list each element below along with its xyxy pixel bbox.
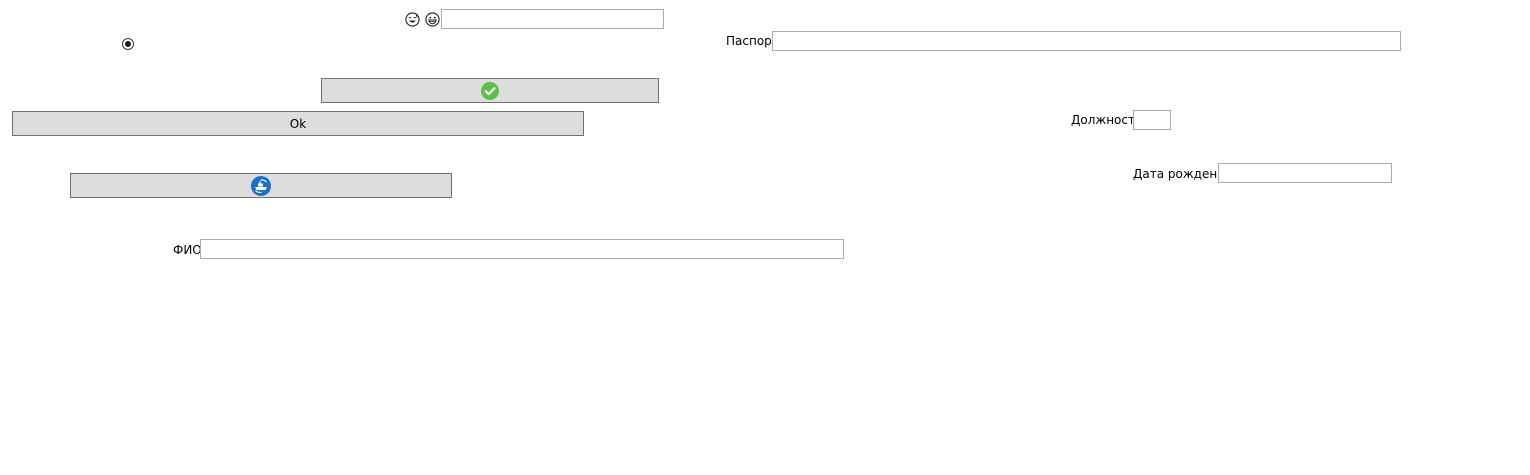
ok-button[interactable]: Ok [12,111,584,136]
fio-field[interactable] [200,239,844,259]
fio-label: ФИО [173,243,202,257]
ok-button-label: Ok [289,116,307,131]
grinning-sweat-face-icon [405,12,420,27]
grinning-face-icon [425,12,440,27]
emoji-text-field[interactable] [441,9,664,29]
position-label: Должность [1071,113,1143,127]
confirm-button[interactable] [321,78,659,103]
radio-button[interactable] [122,38,134,50]
radio-selected-dot [125,41,131,47]
birthdate-field[interactable] [1218,163,1392,183]
blue-ship-rotate-icon [251,175,271,196]
rotate-button[interactable] [70,173,452,198]
passport-label: Паспорт [726,34,779,48]
passport-field[interactable] [772,31,1401,51]
green-check-circle-icon [481,81,499,100]
position-field[interactable] [1133,110,1171,130]
